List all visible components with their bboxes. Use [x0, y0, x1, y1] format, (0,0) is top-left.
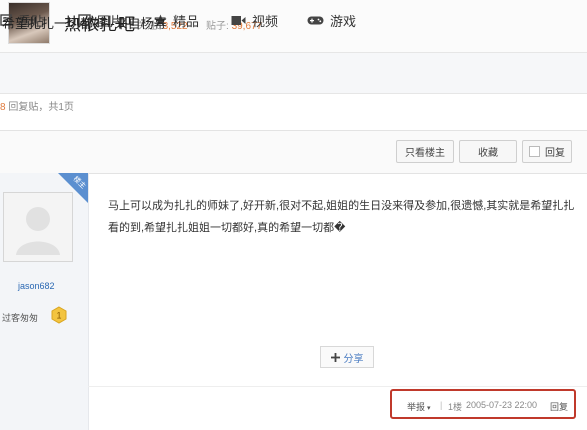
level-badge: 1 [50, 306, 68, 329]
only-op-button[interactable]: 只看楼主 [396, 140, 454, 163]
post-footer-divider [88, 386, 587, 387]
gamepad-icon [307, 16, 324, 24]
reply-top-button[interactable]: 回复 [522, 140, 572, 163]
reply-top-label: 回复 [545, 148, 565, 159]
floor-number: 1楼 [448, 402, 463, 412]
reply-link[interactable]: 回复 [550, 400, 568, 413]
share-label: 分享 [343, 353, 364, 365]
nav-label-video: 视频 [252, 13, 279, 29]
caret-down-icon: ▾ [425, 405, 431, 412]
thread-title: 希望扎扎一切都好--来自杨幂 [2, 16, 167, 31]
author-level-name: 过客匆匆 [2, 313, 39, 323]
forum-nav [0, 52, 587, 94]
reply-page-text: 回复贴，共1页 [5, 102, 74, 113]
report-link[interactable]: 举报 ▾ [407, 400, 430, 413]
nav-label-games: 游戏 [330, 13, 357, 29]
video-icon [231, 15, 246, 25]
nav-item-video[interactable]: 视频 [231, 10, 278, 30]
posts-label: 贴子: [206, 21, 229, 32]
nav-item-games[interactable]: 游戏 [307, 10, 356, 30]
nav-label-featured: 精品 [173, 13, 200, 29]
level-badge-icon: 1 [51, 306, 67, 324]
post-content: 马上可以成为扎扎的师妹了,好开新,很对不起,姐姐的生日没来得及参加,很遗憾,其实… [108, 200, 575, 234]
reply-page-info: 8 回复贴，共1页 [0, 98, 74, 113]
report-label: 举报 [407, 402, 426, 412]
plus-icon [330, 352, 340, 362]
meta-separator: | [440, 400, 443, 410]
op-corner-icon: 楼主 [58, 173, 88, 203]
level-badge-number: 1 [56, 311, 61, 321]
share-button[interactable]: 分享 [320, 346, 374, 368]
post-datetime: 2005-07-23 22:00 [466, 400, 538, 410]
reply-checkbox-icon [529, 146, 540, 157]
author-username[interactable]: jason682 [18, 281, 55, 291]
op-corner-badge: 楼主 [58, 173, 88, 208]
favorite-button[interactable]: 收藏 [459, 140, 517, 163]
